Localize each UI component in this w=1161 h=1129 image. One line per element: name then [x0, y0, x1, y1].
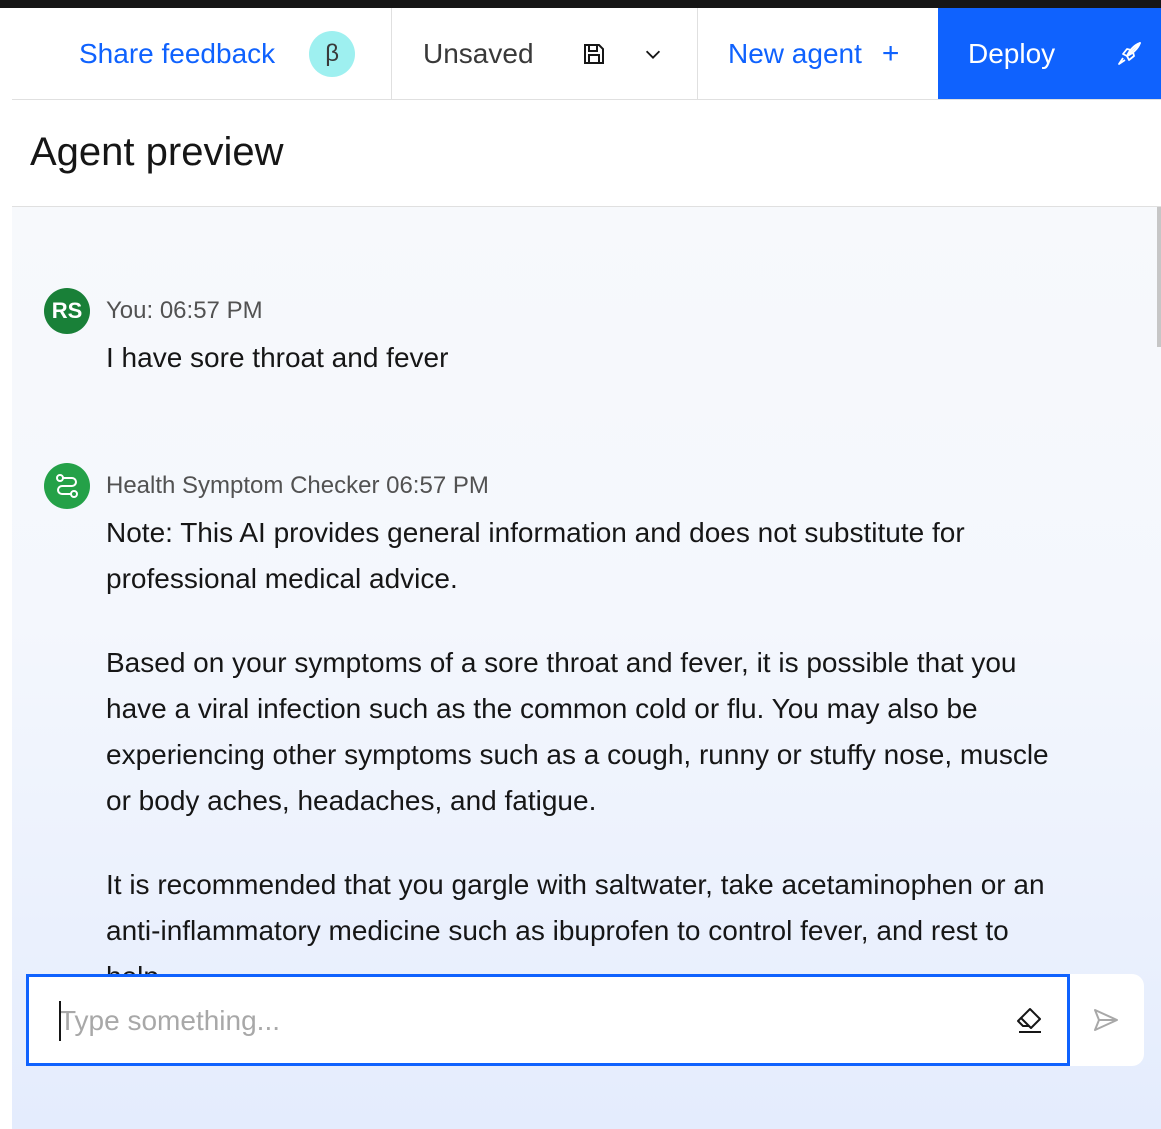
save-icon[interactable]	[582, 42, 606, 66]
plus-icon: +	[881, 36, 900, 70]
page-title: Agent preview	[30, 130, 284, 174]
send-icon[interactable]	[1092, 1006, 1120, 1034]
chevron-down-icon[interactable]	[642, 43, 664, 65]
message-text: I have sore throat and fever	[106, 342, 449, 373]
share-feedback-button[interactable]: Share feedback β	[12, 8, 392, 99]
message-header: Health Symptom Checker 06:57 PM	[44, 462, 1054, 510]
window-top-edge	[0, 0, 1161, 8]
message-header: RS You: 06:57 PM	[44, 287, 1054, 335]
message-body: I have sore throat and fever	[106, 335, 1054, 381]
rocket-icon	[1118, 41, 1142, 65]
save-menu: Unsaved	[392, 8, 698, 99]
message-input[interactable]	[59, 999, 959, 1043]
new-agent-label: New agent	[728, 37, 862, 69]
chat-scrollbar[interactable]	[1157, 207, 1161, 347]
user-message: RS You: 06:57 PM I have sore throat and …	[44, 287, 1054, 419]
new-agent-button[interactable]: New agent +	[698, 8, 938, 99]
flow-icon	[56, 474, 78, 498]
beta-badge: β	[309, 30, 356, 77]
eraser-icon[interactable]	[1015, 1006, 1045, 1036]
message-meta: You: 06:57 PM	[106, 297, 263, 324]
agent-avatar	[44, 463, 90, 509]
message-input-box[interactable]	[26, 974, 1070, 1066]
text-cursor	[59, 1001, 61, 1041]
save-status: Unsaved	[423, 37, 534, 69]
composer	[26, 974, 1144, 1066]
message-paragraph: Based on your symptoms of a sore throat …	[106, 647, 1049, 816]
message-meta: Health Symptom Checker 06:57 PM	[106, 472, 489, 499]
message-body: Note: This AI provides general informati…	[106, 510, 1054, 1000]
message-paragraph: Note: This AI provides general informati…	[106, 517, 965, 594]
chat-panel: RS You: 06:57 PM I have sore throat and …	[12, 207, 1161, 1129]
deploy-button[interactable]: Deploy	[938, 8, 1161, 99]
avatar: RS	[44, 288, 90, 334]
top-toolbar: Share feedback β Unsaved New agent + Dep…	[12, 8, 1161, 100]
deploy-label: Deploy	[968, 37, 1056, 69]
agent-message: Health Symptom Checker 06:57 PM Note: Th…	[44, 462, 1054, 1038]
share-feedback-label: Share feedback	[79, 37, 276, 69]
